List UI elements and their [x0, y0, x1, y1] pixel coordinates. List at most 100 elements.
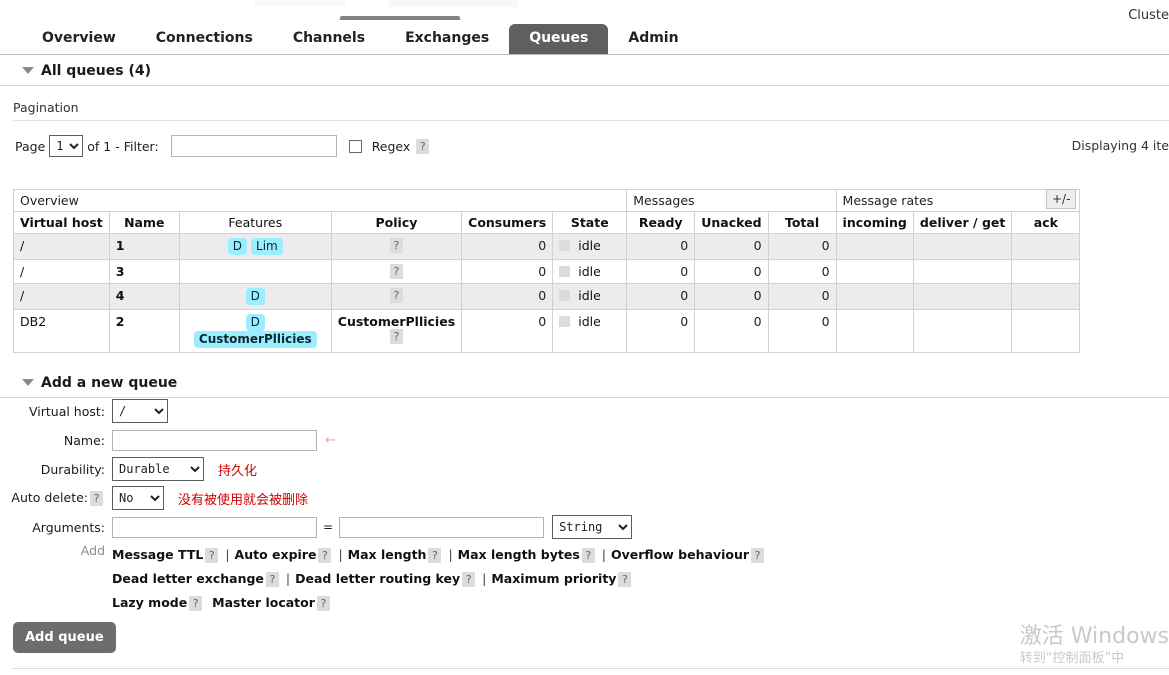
preset-help-icon[interactable]: ? [316, 596, 330, 611]
preset-message-ttl[interactable]: Message TTL [112, 547, 203, 562]
col-incoming[interactable]: incoming [835, 211, 914, 234]
regex-help-icon[interactable]: ? [416, 138, 430, 154]
col-total[interactable]: Total [767, 211, 837, 234]
policy-help-icon[interactable]: ? [389, 238, 403, 253]
add-argument-link[interactable]: Add [0, 543, 112, 558]
regex-checkbox[interactable] [348, 139, 362, 153]
preset-lazy-mode[interactable]: Lazy mode [112, 595, 187, 610]
tab-exchanges[interactable]: Exchanges [385, 24, 509, 54]
add-queue-section-header[interactable]: Add a new queue [0, 370, 1169, 398]
col-name[interactable]: Name [108, 211, 180, 234]
preset-help-icon[interactable]: ? [205, 548, 219, 563]
cell-name[interactable]: 2 [108, 309, 180, 353]
table-row[interactable]: /3? 0 idle 0 0 0 [13, 259, 1081, 284]
form-row-auto-delete: Auto delete:? No 没有被使用就会被删除 [0, 485, 1169, 511]
feature-badge: D [245, 314, 265, 331]
cell-consumers: 0 [461, 233, 554, 260]
preset-master-locator[interactable]: Master locator [212, 595, 315, 610]
cell-unacked: 0 [694, 309, 769, 353]
preset-max-length-bytes[interactable]: Max length bytes [458, 547, 580, 562]
durability-annotation: 持久化 [218, 463, 258, 479]
tab-queues[interactable]: Queues [509, 24, 609, 54]
page-select[interactable]: 1 [49, 135, 84, 157]
preset-line-3: Lazy mode? Master locator? [112, 591, 766, 615]
auto-delete-select[interactable]: No [112, 486, 164, 510]
col-ack[interactable]: ack [1011, 211, 1081, 234]
add-queue-button[interactable]: Add queue [13, 622, 116, 653]
table-row[interactable]: /4 D? 0 idle 0 0 0 [13, 283, 1081, 310]
cell-state: idle [552, 283, 628, 310]
table-row[interactable]: DB2 2 DCustomerPllicies CustomerPllicies? 0 i… [13, 309, 1081, 353]
preset-auto-expire[interactable]: Auto expire [235, 547, 317, 562]
cell-name[interactable]: 1 [108, 233, 180, 260]
column-toggle-button[interactable]: +/- [1046, 189, 1077, 209]
queues-table-body: /1 D Lim? 0 idle 0 0 0/3? 0 idle 0 0 0/4 D? 0 idle 0 0 0 DB… [13, 233, 1081, 353]
cell-policy: ? [330, 233, 463, 260]
preset-separator: | [601, 547, 607, 562]
form-row-name: Name: ← [0, 427, 1169, 453]
preset-help-icon[interactable]: ? [618, 572, 632, 587]
policy-name[interactable]: CustomerPllicies [338, 314, 455, 329]
queue-name-input[interactable] [112, 429, 317, 451]
table-column-header-row: Virtual host Name Features Policy Consum… [13, 211, 1081, 234]
preset-help-icon[interactable]: ? [751, 548, 765, 563]
pagination-controls: Page 1 of 1 - Filter: Regex ? [15, 135, 431, 157]
preset-help-icon[interactable]: ? [581, 548, 595, 563]
preset-dead-letter-exchange[interactable]: Dead letter exchange [112, 571, 264, 586]
feature-badge: D [227, 238, 248, 255]
auto-delete-help-icon[interactable]: ? [90, 491, 103, 506]
cell-ready: 0 [626, 309, 696, 353]
cell-total: 0 [767, 259, 837, 284]
cell-name[interactable]: 3 [108, 259, 180, 284]
watermark-line-1: 激活 Windows [1019, 624, 1169, 649]
preset-help-icon[interactable]: ? [189, 596, 203, 611]
table-row[interactable]: /1 D Lim? 0 idle 0 0 0 [13, 233, 1081, 260]
preset-help-icon[interactable]: ? [265, 572, 279, 587]
tab-channels[interactable]: Channels [273, 24, 385, 54]
tab-overview[interactable]: Overview [22, 24, 136, 54]
all-queues-section-header[interactable]: All queues (4) [0, 58, 1169, 86]
preset-line-1: Message TTL? | Auto expire? | Max length? | Ma… [112, 543, 766, 567]
collapse-caret-icon-2[interactable] [22, 379, 34, 386]
collapse-caret-icon[interactable] [22, 67, 34, 74]
virtual-host-select[interactable]: / [112, 399, 168, 423]
argument-value-input[interactable] [339, 516, 545, 538]
preset-help-icon[interactable]: ? [462, 572, 476, 587]
auto-delete-label: Auto delete:? [0, 490, 112, 506]
cell-ack [1011, 309, 1081, 353]
preset-help-icon[interactable]: ? [428, 548, 442, 563]
col-ready[interactable]: Ready [626, 211, 696, 234]
cluster-label: Cluste [1128, 8, 1169, 23]
cell-name[interactable]: 4 [108, 283, 180, 310]
tab-admin[interactable]: Admin [608, 24, 698, 54]
all-queues-title: All queues (4) [41, 63, 151, 79]
policy-help-icon[interactable]: ? [389, 288, 403, 303]
cell-policy: ? [330, 283, 463, 310]
col-unacked[interactable]: Unacked [694, 211, 769, 234]
cell-virtual-host: / [13, 233, 110, 260]
preset-max-length[interactable]: Max length [348, 547, 427, 562]
tab-list: Overview Connections Channels Exchanges … [22, 24, 699, 54]
policy-help-icon[interactable]: ? [389, 264, 403, 279]
preset-help-icon[interactable]: ? [318, 548, 332, 563]
col-consumers[interactable]: Consumers [461, 211, 554, 234]
policy-help-icon[interactable]: ? [389, 329, 403, 344]
auto-delete-annotation: 没有被使用就会被删除 [178, 492, 309, 508]
argument-type-select[interactable]: String [552, 515, 633, 539]
filter-input[interactable] [170, 135, 337, 157]
preset-line-2: Dead letter exchange? | Dead letter routin… [112, 567, 766, 591]
state-label: idle [578, 264, 601, 279]
argument-key-input[interactable] [112, 516, 317, 538]
preset-maximum-priority[interactable]: Maximum priority [491, 571, 616, 586]
col-deliver-get[interactable]: deliver / get [912, 211, 1013, 234]
preset-dead-letter-routing-key[interactable]: Dead letter routing key [295, 571, 460, 586]
tab-connections[interactable]: Connections [136, 24, 273, 54]
preset-separator: | [338, 547, 343, 562]
preset-overflow-behaviour[interactable]: Overflow behaviour [611, 547, 749, 562]
cell-features: D [178, 283, 332, 310]
durability-select[interactable]: Durable [112, 457, 204, 481]
col-state[interactable]: State [552, 211, 628, 234]
col-policy[interactable]: Policy [330, 211, 463, 234]
col-virtual-host[interactable]: Virtual host [13, 211, 110, 234]
cell-ack [1011, 283, 1081, 310]
